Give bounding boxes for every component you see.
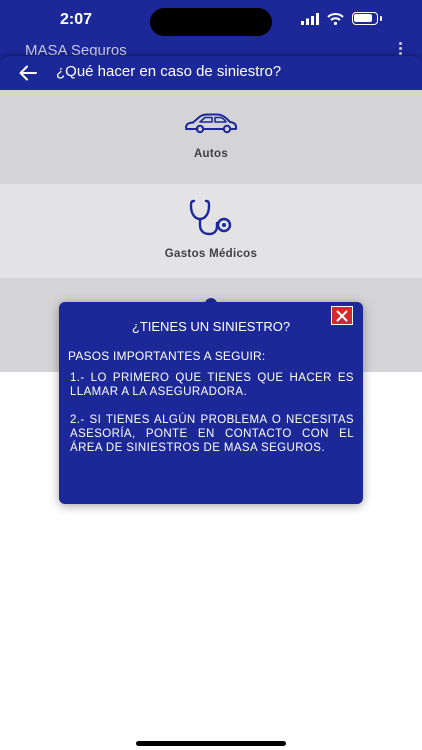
home-indicator[interactable] [136,741,286,746]
status-time: 2:07 [60,11,93,28]
dialog-subtitle: PASOS IMPORTANTES A SEGUIR: [68,349,266,363]
back-button[interactable] [16,61,40,85]
signal-icon [301,12,319,25]
notch [150,8,272,36]
car-icon [185,113,237,134]
battery-tip [380,16,382,21]
dialog-step-1: 1.- LO PRIMERO QUE TIENES QUE HACER ES L… [70,372,354,398]
sheet-header: ¿Qué hacer en caso de siniestro? [0,56,422,90]
page-title: ¿Qué hacer en caso de siniestro? [56,63,282,80]
category-autos[interactable]: Autos [0,90,422,184]
dialog-title: ¿TIENES UN SINIESTRO? [131,319,291,334]
status-icons [301,12,382,25]
more-menu-icon[interactable] [399,42,403,56]
dialog-step-2: 2.- SI TIENES ALGÚN PROBLEMA O NECESITAS… [70,414,354,454]
wifi-icon [327,12,344,25]
battery-icon [352,12,378,25]
back-arrow-icon [19,65,37,81]
siniestro-dialog: ¿TIENES UN SINIESTRO? PASOS IMPORTANTES … [59,302,363,504]
stethoscope-icon [189,199,232,236]
category-gastos-medicos[interactable]: Gastos Médicos [0,184,422,278]
category-label-autos: Autos [193,148,229,160]
category-label-gastos-medicos: Gastos Médicos [164,248,258,260]
